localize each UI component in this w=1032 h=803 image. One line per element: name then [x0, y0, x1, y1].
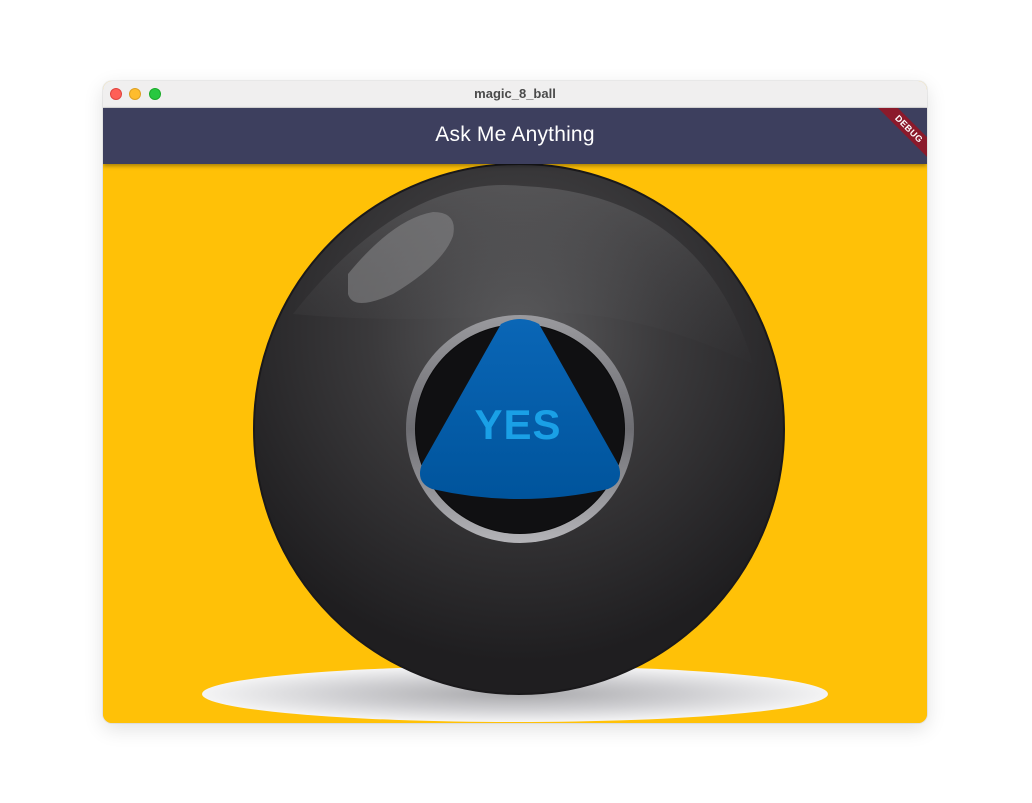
debug-banner: DEBUG: [872, 108, 927, 164]
ball-area: YES: [103, 164, 927, 723]
answer-text: YES: [474, 401, 561, 448]
magic-8-ball-button[interactable]: YES: [103, 164, 927, 723]
app-bar-title: Ask Me Anything: [435, 123, 595, 146]
window-titlebar[interactable]: magic_8_ball: [103, 81, 927, 108]
app-bar: Ask Me Anything: [103, 108, 927, 164]
debug-banner-container: DEBUG: [871, 108, 927, 164]
window-title: magic_8_ball: [474, 86, 556, 101]
app-window: magic_8_ball Ask Me Anything DEBUG YES: [103, 81, 927, 723]
